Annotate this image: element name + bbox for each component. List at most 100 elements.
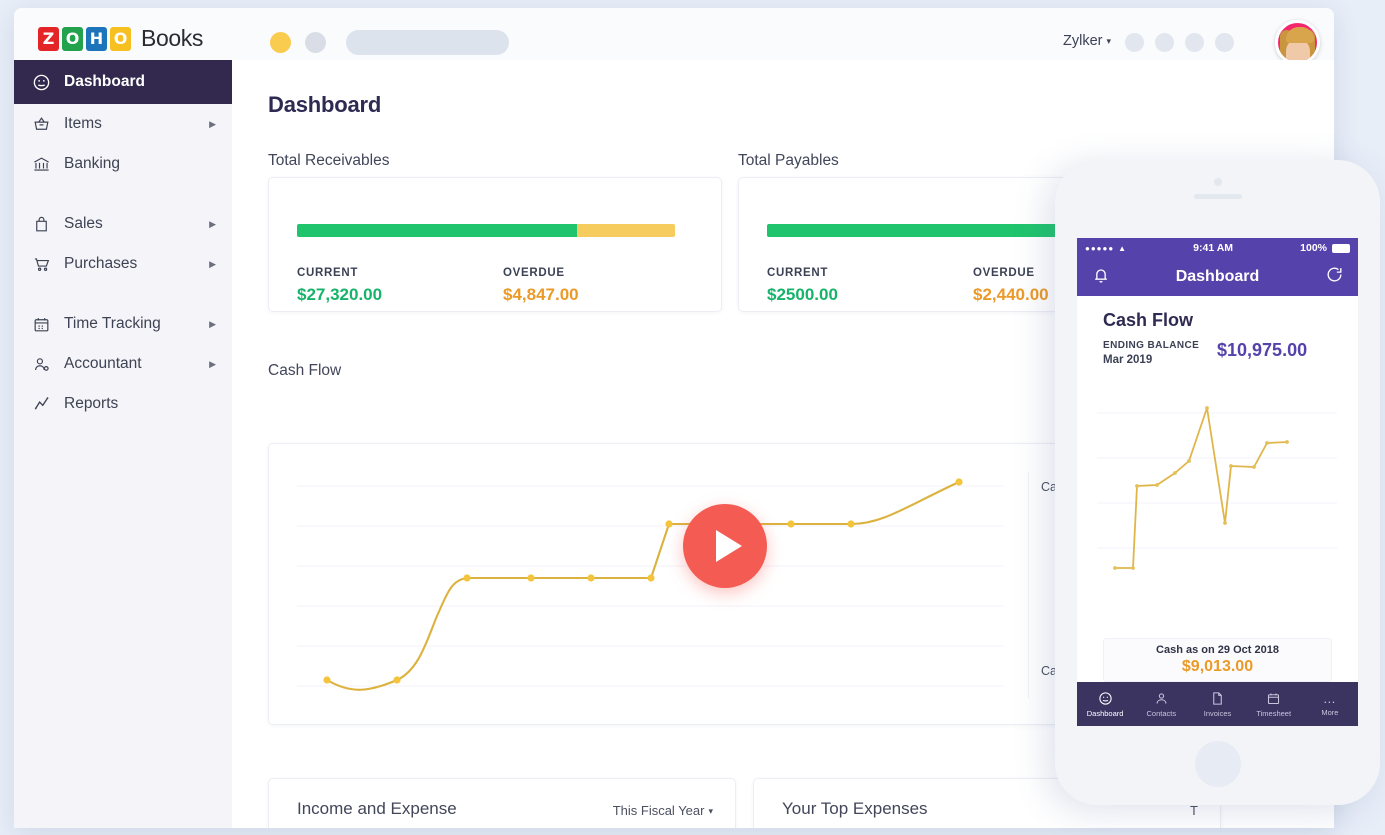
- topbar-icon-3[interactable]: [1185, 33, 1204, 52]
- income-expense-filter-label: This Fiscal Year: [612, 803, 705, 818]
- topbar-icon-1[interactable]: [1125, 33, 1144, 52]
- gauge-icon: [32, 73, 58, 92]
- phone-ending-balance-month: Mar 2019: [1103, 354, 1153, 366]
- sidebar-item-items[interactable]: Items ▶: [14, 104, 232, 144]
- chrome-dot-gray[interactable]: [305, 32, 326, 53]
- topbar-icon-2[interactable]: [1155, 33, 1174, 52]
- bell-icon[interactable]: [1091, 265, 1111, 290]
- zoho-books-logo: Z O H O Books: [38, 25, 203, 52]
- sidebar-item-time-tracking[interactable]: Time Tracking ▶: [14, 304, 232, 344]
- person-gear-icon: [32, 355, 58, 374]
- chevron-right-icon-sales: ▶: [209, 218, 216, 229]
- phone-tab-timesheet[interactable]: Timesheet: [1246, 682, 1302, 726]
- chart-divider: [1028, 472, 1029, 698]
- phone-ending-balance-label: ENDING BALANCE: [1103, 340, 1200, 351]
- phone-screen: ●●●●● ▲ 9:41 AM 100% Dashboard Cash Flow…: [1077, 238, 1358, 726]
- line-chart-icon: [32, 395, 58, 414]
- sidebar-item-reports[interactable]: Reports: [14, 384, 232, 424]
- sidebar-item-sales[interactable]: Sales ▶: [14, 204, 232, 244]
- top-expenses-title: Your Top Expenses: [782, 799, 928, 818]
- sidebar-label-items: Items: [64, 115, 102, 132]
- receivables-current-label: CURRENT: [297, 267, 359, 279]
- invoices-icon: [1213, 691, 1222, 705]
- brand-name: Books: [141, 25, 203, 51]
- play-button[interactable]: [683, 504, 767, 588]
- receivables-current-bar: [297, 224, 577, 237]
- more-icon: …: [1322, 690, 1337, 706]
- sidebar-label-sales: Sales: [64, 215, 103, 232]
- sidebar-label-time-tracking: Time Tracking: [64, 315, 161, 332]
- bank-icon: [32, 155, 58, 174]
- phone-tab-dashboard[interactable]: Dashboard: [1077, 682, 1133, 726]
- phone-body: Cash Flow ENDING BALANCE Mar 2019 $10,97…: [1077, 296, 1358, 703]
- phone-mockup: ●●●●● ▲ 9:41 AM 100% Dashboard Cash Flow…: [1055, 160, 1380, 805]
- contacts-icon: [1156, 692, 1167, 704]
- receivables-progress-bar: [297, 224, 675, 237]
- sidebar-item-accountant[interactable]: Accountant ▶: [14, 344, 232, 384]
- refresh-icon[interactable]: [1325, 265, 1344, 289]
- income-expense-card: Income and Expense This Fiscal Year ▾: [268, 778, 736, 828]
- timesheet-icon: [1268, 693, 1280, 704]
- address-bar[interactable]: [346, 30, 509, 55]
- sidebar-label-accountant: Accountant: [64, 355, 142, 372]
- dashboard-icon: [1098, 691, 1112, 705]
- sidebar-item-dashboard[interactable]: Dashboard: [14, 60, 232, 104]
- phone-battery-percent: 100%: [1300, 242, 1327, 254]
- phone-home-button[interactable]: [1194, 741, 1241, 787]
- chevron-down-icon: ▾: [1106, 35, 1111, 46]
- basket-icon: [32, 115, 58, 134]
- phone-cash-as-on-label: Cash as on 29 Oct 2018: [1156, 644, 1279, 656]
- sidebar-gap-1: [14, 184, 232, 204]
- chevron-right-icon-time-tracking: ▶: [209, 318, 216, 329]
- chevron-right-icon-items: ▶: [209, 118, 216, 129]
- payables-current-value: $2500.00: [767, 285, 838, 304]
- phone-nav-title: Dashboard: [1175, 268, 1260, 285]
- sidebar-label-purchases: Purchases: [64, 255, 138, 272]
- avatar[interactable]: [1275, 20, 1320, 65]
- phone-tab-label-more: More: [1321, 707, 1339, 717]
- logo-tile-h: H: [86, 26, 107, 51]
- phone-tab-more[interactable]: … More: [1302, 682, 1358, 726]
- chevron-right-icon-accountant: ▶: [209, 358, 216, 369]
- sidebar-item-banking[interactable]: Banking: [14, 144, 232, 184]
- shopping-cart-icon: [32, 255, 58, 274]
- sidebar: Dashboard Items ▶ Banking Sales ▶ Purcha…: [14, 60, 232, 828]
- income-expense-filter[interactable]: This Fiscal Year ▾: [613, 803, 713, 818]
- org-name: Zylker: [1062, 33, 1103, 49]
- shopping-bag-icon: [32, 215, 58, 234]
- logo-tile-z: Z: [38, 26, 59, 51]
- chrome-dot-yellow[interactable]: [270, 32, 291, 53]
- phone-tab-label-dashboard: Dashboard: [1086, 708, 1124, 718]
- receivables-card: CURRENT $27,320.00 OVERDUE $4,847.00: [268, 177, 722, 312]
- wifi-icon: ▲: [1118, 243, 1127, 253]
- battery-icon: [1332, 243, 1350, 253]
- sidebar-label-dashboard: Dashboard: [64, 73, 145, 90]
- sidebar-gap-2: [14, 284, 232, 304]
- chevron-down-icon-income: ▾: [708, 806, 713, 817]
- calendar-icon: [32, 315, 58, 334]
- phone-time: 9:41 AM: [1193, 242, 1234, 254]
- income-expense-title: Income and Expense: [297, 799, 457, 818]
- phone-tab-invoices[interactable]: Invoices: [1189, 682, 1245, 726]
- sidebar-label-reports: Reports: [64, 395, 119, 412]
- phone-tab-contacts[interactable]: Contacts: [1133, 682, 1189, 726]
- org-switcher[interactable]: Zylker ▾: [1063, 33, 1111, 49]
- logo-tile-o1: O: [62, 26, 83, 51]
- phone-ending-balance-amount: $10,975.00: [1217, 340, 1308, 360]
- phone-signal-icon: ●●●●●: [1085, 243, 1115, 253]
- phone-cash-as-on-amount: $9,013.00: [1181, 658, 1254, 675]
- chevron-right-icon-purchases: ▶: [209, 258, 216, 269]
- sidebar-item-purchases[interactable]: Purchases ▶: [14, 244, 232, 284]
- receivables-current-value: $27,320.00: [297, 285, 383, 304]
- phone-cash-as-on-box: Cash as on 29 Oct 2018 $9,013.00: [1103, 638, 1332, 682]
- topbar-icon-4[interactable]: [1215, 33, 1234, 52]
- payables-overdue-value: $2,440.00: [973, 285, 1049, 304]
- top-expenses-filter[interactable]: T: [1190, 803, 1198, 818]
- payables-current-bar: [767, 224, 1066, 237]
- phone-tab-label-contacts: Contacts: [1146, 708, 1177, 718]
- phone-speaker: [1193, 194, 1242, 199]
- payables-current-label: CURRENT: [767, 267, 829, 279]
- phone-tab-bar: Dashboard Contacts Invoices Timesheet … …: [1077, 682, 1358, 726]
- logo-tile-o2: O: [110, 26, 131, 51]
- receivables-overdue-value: $4,847.00: [503, 285, 579, 304]
